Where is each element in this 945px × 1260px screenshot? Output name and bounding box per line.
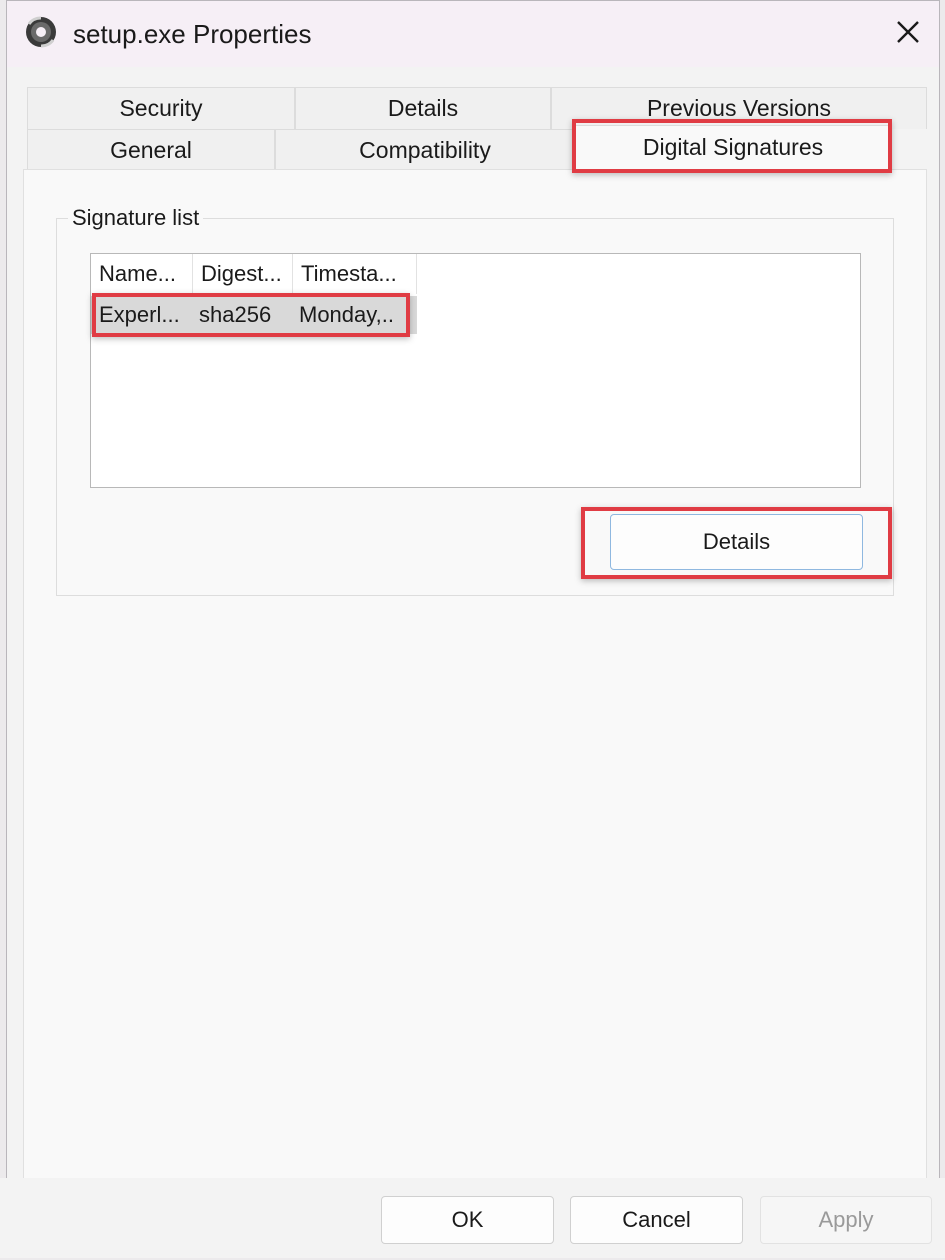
close-button[interactable] [885,11,931,57]
ok-button-label: OK [451,1207,484,1232]
column-header-label: Name... [99,261,177,286]
ok-button[interactable]: OK [381,1196,554,1244]
cancel-button[interactable]: Cancel [570,1196,743,1244]
tab-compatibility[interactable]: Compatibility [275,129,575,171]
cell-name: Experl... [99,302,180,327]
cell-digest: sha256 [199,302,272,327]
tab-label: General [110,137,192,163]
tab-label: Compatibility [359,137,491,163]
properties-window: setup.exe Properties Security Details Pr… [6,0,940,1258]
tab-label: Digital Signatures [642,134,824,160]
details-button[interactable]: Details [610,514,863,570]
close-icon [895,19,921,50]
tab-label: Previous Versions [646,95,832,121]
tab-previous-versions[interactable]: Previous Versions [551,87,927,129]
details-button-label: Details [702,529,771,554]
tab-security[interactable]: Security [27,87,295,129]
column-header-label: Digest... [201,261,282,286]
signature-list-label: Signature list [68,205,204,231]
window-title: setup.exe Properties [73,19,312,49]
title-bar: setup.exe Properties [7,1,939,67]
table-row[interactable]: Experl... sha256 Monday,.. [91,296,417,334]
tab-general[interactable]: General [27,129,275,171]
cell-timestamp: Monday,.. [299,302,394,327]
tab-label: Details [387,95,459,121]
apply-button-label: Apply [818,1207,874,1232]
apply-button[interactable]: Apply [760,1196,932,1244]
column-header-label: Timesta... [301,261,397,286]
cancel-button-label: Cancel [622,1207,691,1232]
tab-digital-signatures[interactable]: Digital Signatures [575,125,891,171]
column-header-timestamp[interactable]: Timesta... [293,254,417,294]
column-header-digest[interactable]: Digest... [193,254,293,294]
disc-setup-icon [23,14,59,50]
tab-details[interactable]: Details [295,87,551,129]
signature-list[interactable]: Name... Digest... Timesta... Experl... s… [90,253,861,488]
column-header-name[interactable]: Name... [91,254,193,294]
tab-label: Security [119,95,203,121]
